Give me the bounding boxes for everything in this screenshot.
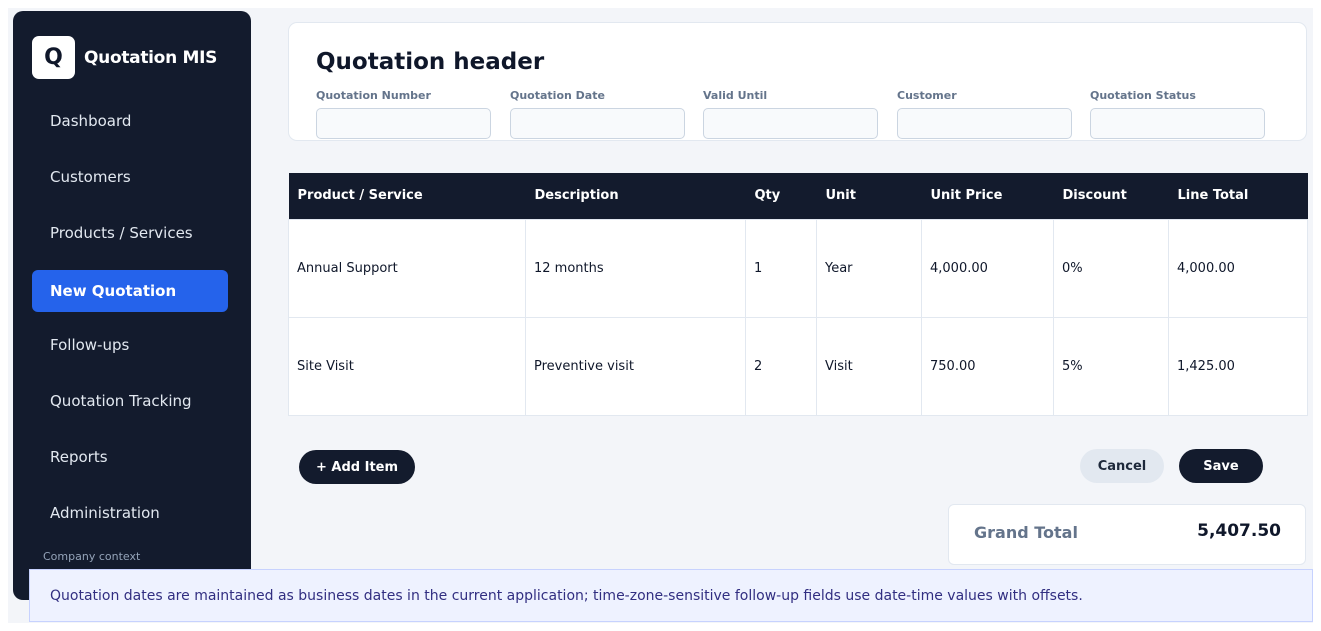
page-title: Quotation header [316,49,545,75]
sidebar-item-customers[interactable]: Customers [32,156,228,198]
quotation-date-field: Quotation Date [510,89,685,139]
cell-unit-price[interactable]: 750.00 [921,316,1054,416]
quotation-date-input[interactable] [510,108,685,139]
column-header-discount[interactable]: Discount [1053,173,1169,219]
quotation-number-field: Quotation Number [316,89,491,139]
quotation-number-input[interactable] [316,108,491,139]
cell-description[interactable]: 12 months [525,218,746,318]
table-header-row: Product / Service Description Qty Unit U… [288,173,1308,219]
company-context-label: Company context [43,550,141,563]
column-header-product-service[interactable]: Product / Service [288,173,526,219]
valid-until-input[interactable] [703,108,878,139]
field-label: Customer [897,89,957,102]
cell-line-total: 1,425.00 [1168,316,1308,416]
info-notice-banner: Quotation dates are maintained as busine… [29,569,1313,622]
table-row[interactable]: Site Visit Preventive visit 2 Visit 750.… [288,316,1308,416]
sidebar-item-dashboard[interactable]: Dashboard [32,100,228,142]
customer-input[interactable] [897,108,1072,139]
field-label: Quotation Status [1090,89,1196,102]
cell-discount[interactable]: 5% [1053,316,1169,416]
cell-qty[interactable]: 2 [745,316,817,416]
field-label: Quotation Number [316,89,431,102]
table-row[interactable]: Annual Support 12 months 1 Year 4,000.00… [288,218,1308,318]
brand[interactable]: Q Quotation MIS [32,36,217,79]
cell-line-total: 4,000.00 [1168,218,1308,318]
line-items-table: Product / Service Description Qty Unit U… [288,173,1308,416]
cell-unit-price[interactable]: 4,000.00 [921,218,1054,318]
grand-total-value: 5,407.50 [1197,521,1281,541]
quotation-status-field: Quotation Status [1090,89,1265,139]
cell-unit[interactable]: Year [816,218,922,318]
grand-total-label: Grand Total [974,523,1078,542]
sidebar: Q Quotation MIS Dashboard Customers Prod… [13,11,251,600]
cell-description[interactable]: Preventive visit [525,316,746,416]
brand-name: Quotation MIS [84,47,218,68]
quotation-header-card: Quotation header Quotation Number Quotat… [288,22,1307,141]
quotation-status-input[interactable] [1090,108,1265,139]
add-item-button[interactable]: + Add Item [299,450,415,484]
sidebar-item-reports[interactable]: Reports [32,436,228,478]
column-header-description[interactable]: Description [525,173,746,219]
column-header-unit-price[interactable]: Unit Price [921,173,1054,219]
sidebar-item-administration[interactable]: Administration [32,492,228,534]
cell-product-service[interactable]: Annual Support [288,218,526,318]
save-button[interactable]: Save [1179,449,1263,483]
brand-logo-icon: Q [32,36,75,79]
customer-field: Customer [897,89,1072,139]
sidebar-item-quotation-tracking[interactable]: Quotation Tracking [32,380,228,422]
cell-unit[interactable]: Visit [816,316,922,416]
sidebar-item-products-services[interactable]: Products / Services [32,212,228,254]
cell-qty[interactable]: 1 [745,218,817,318]
column-header-line-total[interactable]: Line Total [1168,173,1308,219]
field-label: Quotation Date [510,89,605,102]
grand-total-box: Grand Total 5,407.50 [948,504,1306,565]
field-label: Valid Until [703,89,768,102]
cell-product-service[interactable]: Site Visit [288,316,526,416]
sidebar-item-follow-ups[interactable]: Follow-ups [32,324,228,366]
cell-discount[interactable]: 0% [1053,218,1169,318]
sidebar-item-new-quotation[interactable]: New Quotation [32,270,228,312]
column-header-qty[interactable]: Qty [745,173,817,219]
column-header-unit[interactable]: Unit [816,173,922,219]
valid-until-field: Valid Until [703,89,878,139]
cancel-button[interactable]: Cancel [1080,449,1164,483]
